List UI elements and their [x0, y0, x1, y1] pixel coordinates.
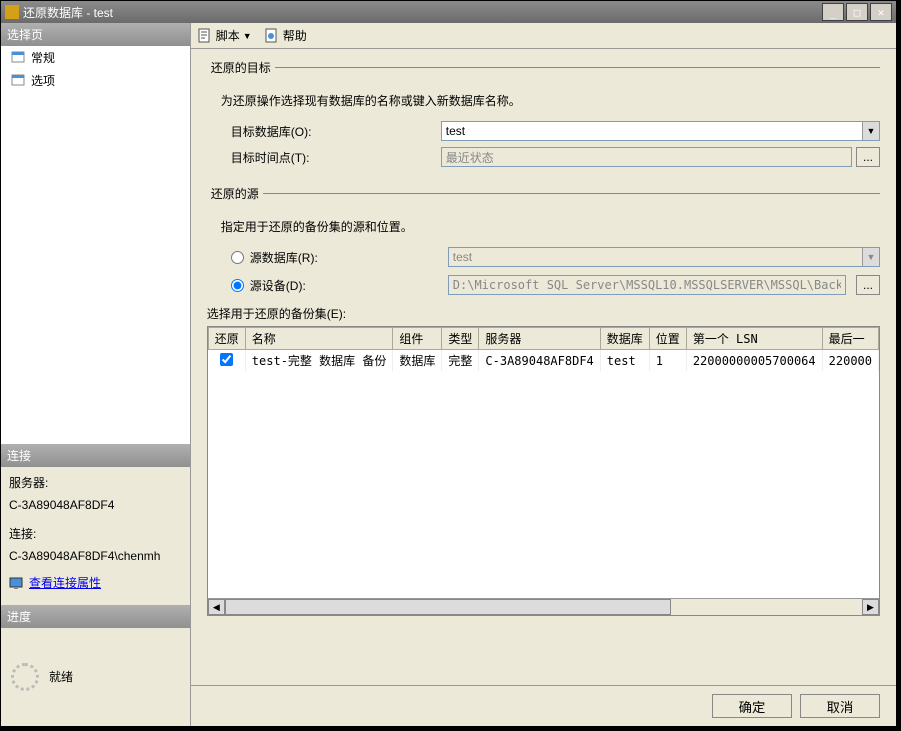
- dropdown-arrow-icon: ▼: [243, 31, 252, 41]
- close-button[interactable]: ✕: [870, 3, 892, 21]
- source-db-radio[interactable]: [231, 251, 244, 264]
- cell-position: 1: [649, 350, 686, 372]
- restore-db-window: 还原数据库 - test _ □ ✕ 选择页 常规 选项 连接 服务器:: [0, 0, 897, 727]
- target-db-combo[interactable]: test ▼: [441, 121, 880, 141]
- button-bar: 确定 取消: [191, 685, 896, 726]
- cell-name: test-完整 数据库 备份: [245, 350, 393, 372]
- source-db-label: 源数据库(R):: [250, 249, 448, 266]
- conn-value: C-3A89048AF8DF4\chenmh: [9, 546, 182, 568]
- scroll-thumb[interactable]: [225, 599, 671, 615]
- table-row[interactable]: test-完整 数据库 备份 数据库 完整 C-3A89048AF8DF4 te…: [208, 350, 878, 372]
- restore-source-group: 还原的源 指定用于还原的备份集的源和位置。 源数据库(R): test ▼ 源设…: [207, 185, 880, 616]
- window-title: 还原数据库 - test: [23, 4, 820, 21]
- col-database[interactable]: 数据库: [600, 328, 649, 350]
- script-icon: [197, 28, 213, 44]
- scroll-right-button[interactable]: ▶: [862, 599, 879, 615]
- select-page-header: 选择页: [1, 23, 190, 46]
- nav-label: 常规: [31, 49, 55, 66]
- progress-header: 进度: [1, 605, 190, 628]
- monitor-icon: [9, 577, 25, 591]
- conn-label: 连接:: [9, 524, 182, 546]
- help-button[interactable]: 帮助: [264, 27, 307, 44]
- col-type[interactable]: 类型: [442, 328, 479, 350]
- cell-last-lsn: 220000: [822, 350, 878, 372]
- server-label: 服务器:: [9, 473, 182, 495]
- source-db-combo: test ▼: [448, 247, 880, 267]
- titlebar[interactable]: 还原数据库 - test _ □ ✕: [1, 1, 896, 23]
- col-component[interactable]: 组件: [393, 328, 442, 350]
- app-icon: [5, 5, 19, 19]
- view-connection-props-link[interactable]: 查看连接属性: [9, 573, 101, 595]
- cell-server: C-3A89048AF8DF4: [479, 350, 600, 372]
- target-time-input[interactable]: [441, 147, 852, 167]
- connection-header: 连接: [1, 444, 190, 467]
- scroll-left-button[interactable]: ◀: [208, 599, 225, 615]
- page-nav: 常规 选项: [1, 46, 190, 444]
- restore-target-group: 还原的目标 为还原操作选择现有数据库的名称或键入新数据库名称。 目标数据库(O)…: [207, 59, 880, 173]
- target-legend: 还原的目标: [207, 59, 275, 76]
- source-legend: 还原的源: [207, 185, 263, 202]
- progress-section: 就绪: [1, 628, 190, 726]
- source-device-input[interactable]: [448, 275, 846, 295]
- target-time-label: 目标时间点(T):: [231, 149, 441, 166]
- maximize-button[interactable]: □: [846, 3, 868, 21]
- col-restore[interactable]: 还原: [208, 328, 245, 350]
- right-panel: 脚本 ▼ 帮助 还原的目标 为还原操作选择现有数据库的名称或键入新数据库名称。 …: [191, 23, 896, 726]
- spinner-icon: [11, 663, 39, 691]
- script-button[interactable]: 脚本 ▼: [197, 27, 252, 44]
- backup-sets-grid[interactable]: 还原 名称 组件 类型 服务器 数据库 位置 第一个 LSN 最后一: [207, 326, 880, 616]
- cell-first-lsn: 22000000005700064: [686, 350, 822, 372]
- ok-button[interactable]: 确定: [712, 694, 792, 718]
- col-name[interactable]: 名称: [245, 328, 393, 350]
- progress-status: 就绪: [49, 668, 73, 685]
- source-device-label: 源设备(D):: [250, 277, 448, 294]
- connection-info: 服务器: C-3A89048AF8DF4 连接: C-3A89048AF8DF4…: [1, 467, 190, 605]
- col-last-lsn[interactable]: 最后一: [822, 328, 878, 350]
- col-server[interactable]: 服务器: [479, 328, 600, 350]
- cell-component: 数据库: [393, 350, 442, 372]
- col-position[interactable]: 位置: [649, 328, 686, 350]
- source-device-radio[interactable]: [231, 279, 244, 292]
- horizontal-scrollbar[interactable]: ◀ ▶: [208, 598, 879, 615]
- cell-database: test: [600, 350, 649, 372]
- server-value: C-3A89048AF8DF4: [9, 495, 182, 517]
- source-desc: 指定用于还原的备份集的源和位置。: [221, 218, 880, 235]
- cell-type: 完整: [442, 350, 479, 372]
- dropdown-arrow-icon[interactable]: ▼: [862, 122, 879, 140]
- col-first-lsn[interactable]: 第一个 LSN: [686, 328, 822, 350]
- restore-checkbox[interactable]: [220, 353, 233, 366]
- nav-general[interactable]: 常规: [1, 46, 190, 69]
- help-icon: [264, 28, 280, 44]
- nav-label: 选项: [31, 72, 55, 89]
- minimize-button[interactable]: _: [822, 3, 844, 21]
- target-db-label: 目标数据库(O):: [231, 123, 441, 140]
- dropdown-arrow-icon: ▼: [862, 248, 879, 266]
- page-icon: [11, 51, 27, 65]
- left-panel: 选择页 常规 选项 连接 服务器: C-3A89048AF8DF4 连接: C-…: [1, 23, 191, 726]
- target-desc: 为还原操作选择现有数据库的名称或键入新数据库名称。: [221, 92, 880, 109]
- backup-sets-label: 选择用于还原的备份集(E):: [207, 305, 880, 322]
- device-browse-button[interactable]: ...: [856, 275, 880, 295]
- content-area: 还原的目标 为还原操作选择现有数据库的名称或键入新数据库名称。 目标数据库(O)…: [191, 49, 896, 685]
- nav-options[interactable]: 选项: [1, 69, 190, 92]
- toolbar: 脚本 ▼ 帮助: [191, 23, 896, 49]
- cancel-button[interactable]: 取消: [800, 694, 880, 718]
- time-browse-button[interactable]: ...: [856, 147, 880, 167]
- page-icon: [11, 74, 27, 88]
